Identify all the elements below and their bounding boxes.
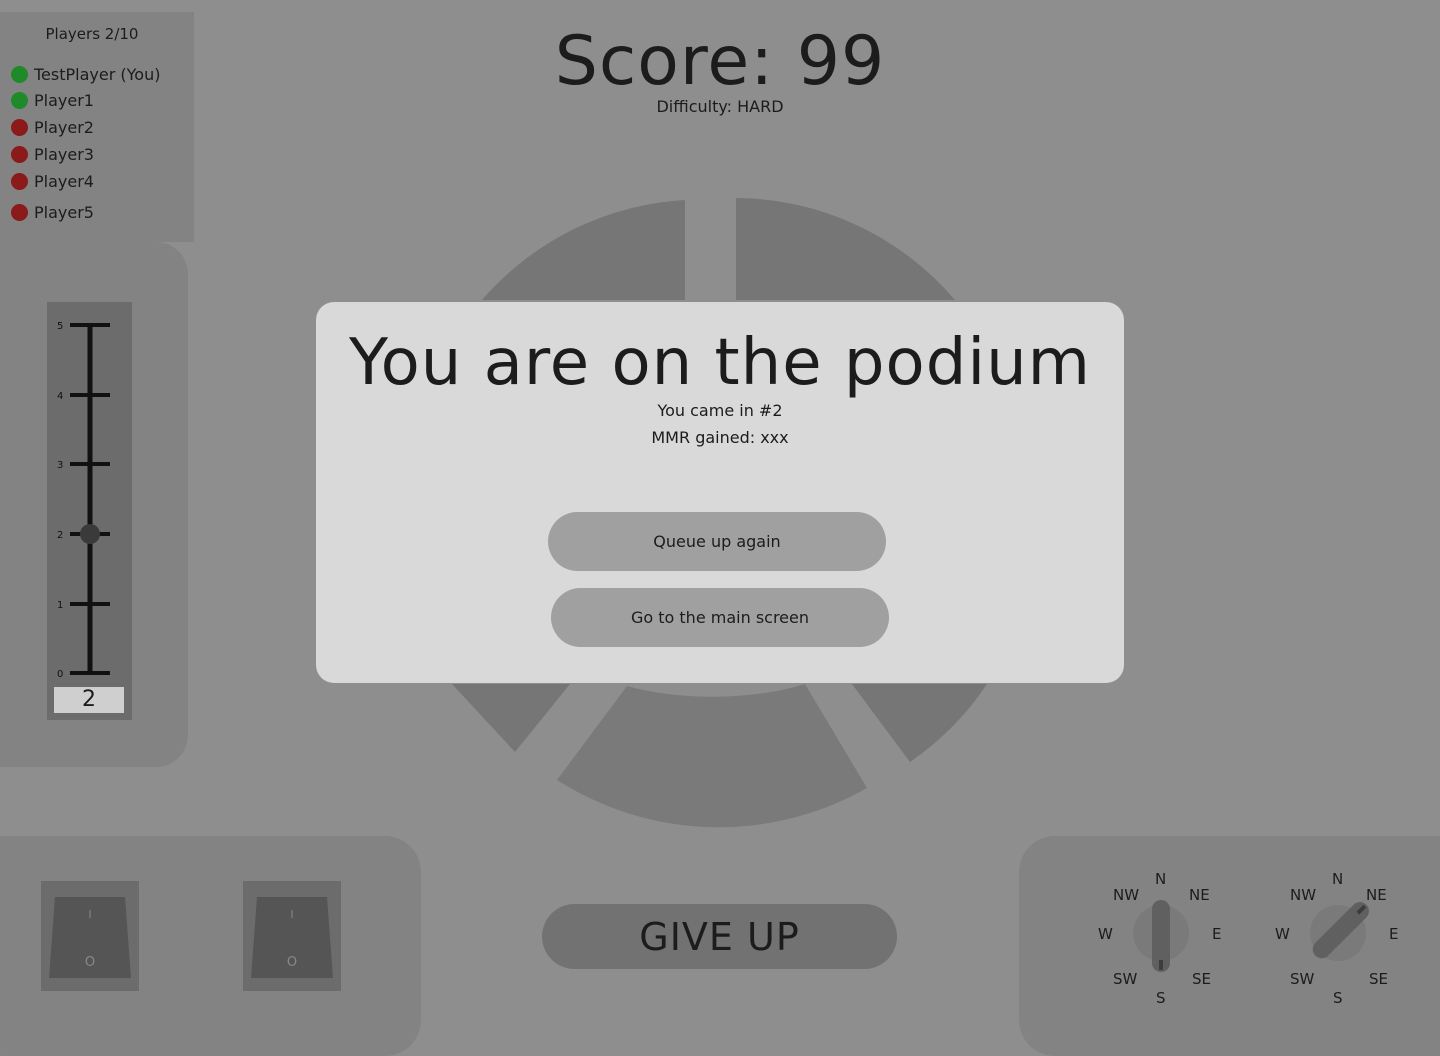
slider-tick-label: 3	[57, 460, 63, 471]
svg-text:I: I	[290, 908, 293, 921]
svg-text:I: I	[88, 908, 91, 921]
compass-label-s: S	[1333, 989, 1343, 1007]
slider-tick-label: 4	[57, 391, 63, 402]
svg-text:O: O	[85, 955, 95, 970]
player-row: Player2	[11, 118, 94, 137]
compass-label-sw: SW	[1290, 970, 1315, 988]
player-row: Player3	[11, 145, 94, 164]
player-name: Player3	[34, 145, 94, 164]
compass-label-w: W	[1098, 925, 1113, 943]
compass-label-se: SE	[1192, 970, 1211, 988]
rocker-switch-icon: I O	[251, 897, 333, 978]
mmr-text: MMR gained: xxx	[651, 428, 789, 447]
svg-text:O: O	[287, 955, 297, 970]
compass-dial[interactable]: N NE E SE S SW W NW	[1268, 863, 1408, 1008]
compass-dial[interactable]: N NE E SE S SW W NW	[1091, 863, 1231, 1008]
slider-tick-label: 0	[57, 669, 63, 680]
offline-status-icon	[11, 146, 28, 163]
wheel-segment[interactable]	[482, 200, 685, 300]
compass-label-nw: NW	[1290, 886, 1317, 904]
wheel-segment[interactable]	[557, 684, 867, 828]
score-display: Score: 99	[554, 22, 886, 101]
dialog-title: You are on the podium	[348, 326, 1092, 400]
player-name: Player4	[34, 172, 94, 191]
difficulty-label: Difficulty: HARD	[656, 97, 784, 116]
wheel-segment[interactable]	[452, 684, 570, 752]
compass-label-n: N	[1332, 870, 1344, 888]
slider-tick-label: 2	[57, 530, 63, 541]
give-up-button[interactable]: GIVE UP	[542, 904, 897, 969]
rocker-switch-icon: I O	[49, 897, 131, 978]
compass-label-nw: NW	[1113, 886, 1140, 904]
rocker-switch[interactable]: I O	[243, 881, 341, 991]
compass-label-e: E	[1212, 925, 1222, 943]
offline-status-icon	[11, 173, 28, 190]
level-slider[interactable]: 5 4 3 2 1 0	[47, 302, 132, 682]
placement-text: You came in #2	[657, 401, 783, 420]
podium-dialog: You are on the podium You came in #2 MMR…	[316, 302, 1124, 683]
player-row: Player4	[11, 172, 94, 191]
compass-label-ne: NE	[1189, 886, 1210, 904]
main-screen-button[interactable]: Go to the main screen	[551, 588, 889, 647]
compass-label-sw: SW	[1113, 970, 1138, 988]
compass-label-e: E	[1389, 925, 1399, 943]
player-name: Player2	[34, 118, 94, 137]
slider-tick-label: 1	[57, 600, 63, 611]
player-name: Player5	[34, 203, 94, 222]
wheel-segment[interactable]	[852, 684, 987, 762]
compass-label-w: W	[1275, 925, 1290, 943]
slider-handle[interactable]	[80, 524, 100, 544]
queue-again-button[interactable]: Queue up again	[548, 512, 886, 571]
compass-label-s: S	[1156, 989, 1166, 1007]
rocker-switch[interactable]: I O	[41, 881, 139, 991]
wheel-segment[interactable]	[736, 198, 955, 300]
compass-label-se: SE	[1369, 970, 1388, 988]
compass-label-n: N	[1155, 870, 1167, 888]
player-row: Player5	[11, 203, 94, 222]
compass-label-ne: NE	[1366, 886, 1387, 904]
offline-status-icon	[11, 204, 28, 221]
slider-tick-label: 5	[57, 321, 63, 332]
slider-value-display: 2	[54, 687, 124, 713]
offline-status-icon	[11, 119, 28, 136]
